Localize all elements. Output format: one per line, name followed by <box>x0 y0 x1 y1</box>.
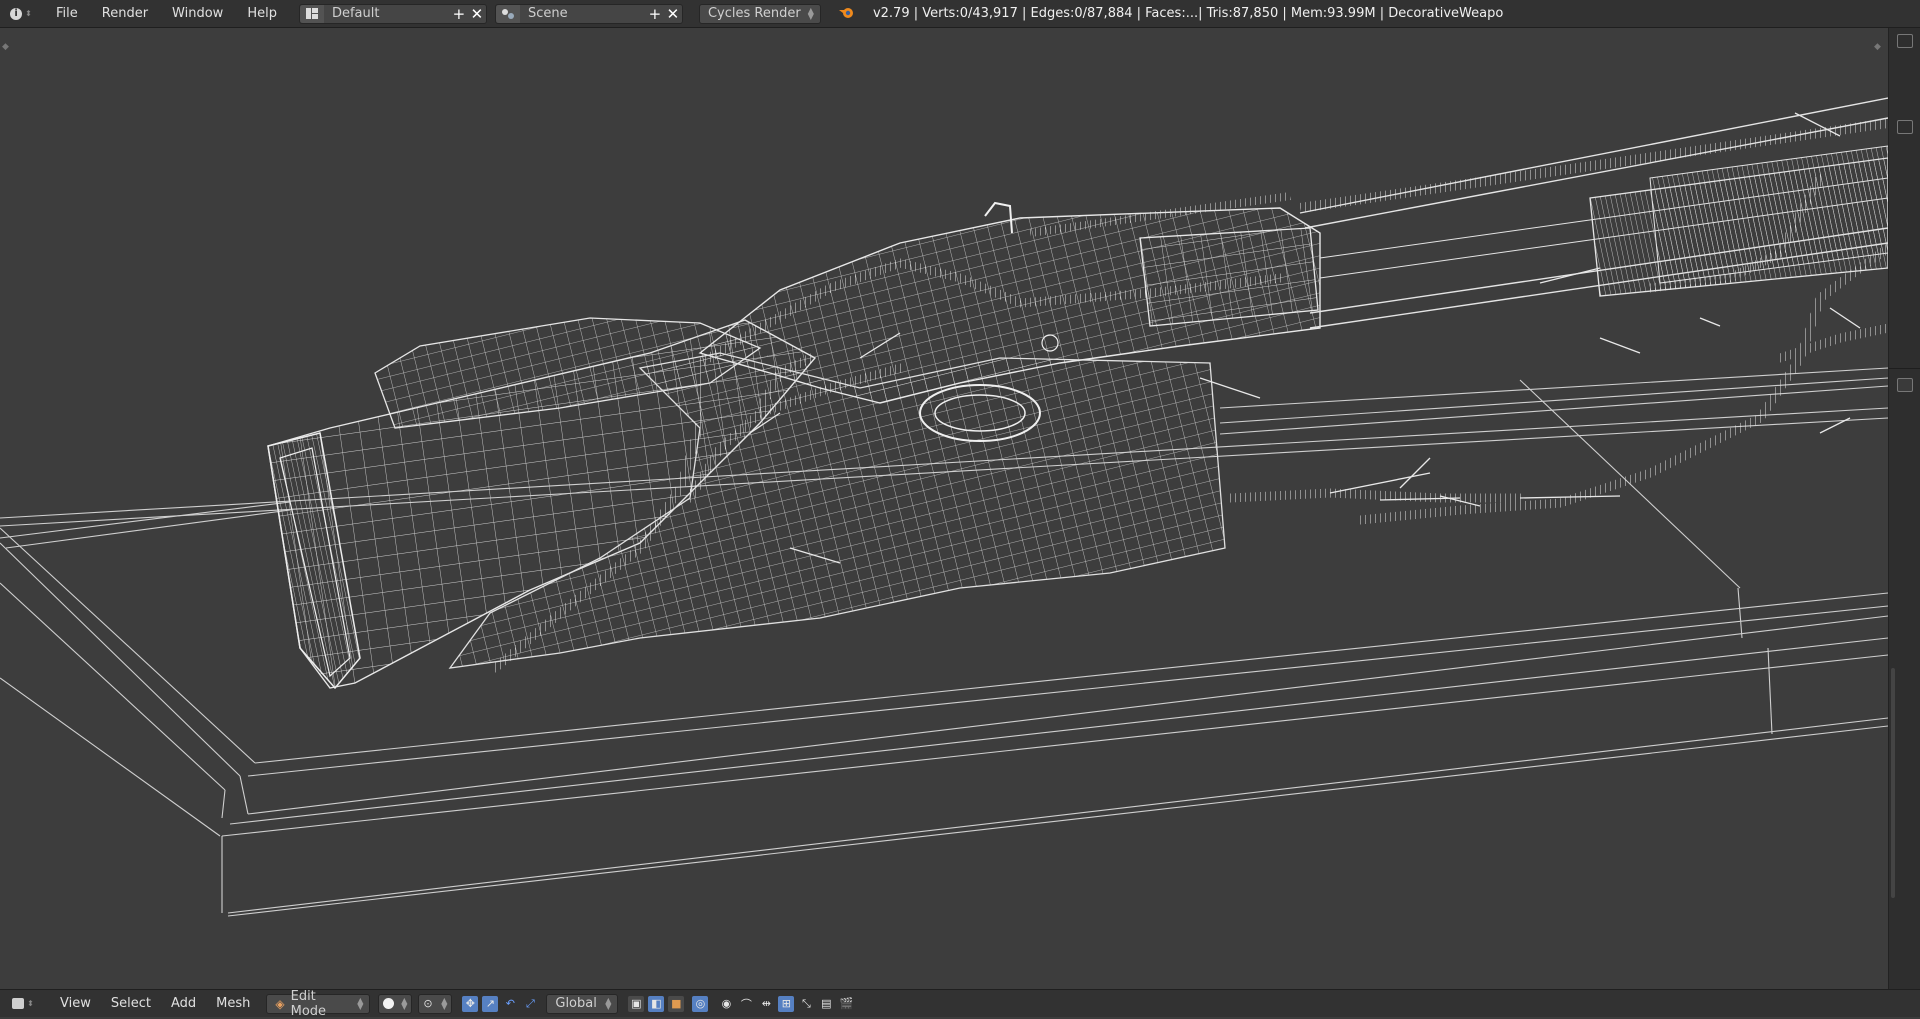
menu-add[interactable]: Add <box>161 996 206 1011</box>
render-preview-icon[interactable]: ▤ <box>818 996 834 1012</box>
edit-mode-icon: ◈ <box>275 996 285 1011</box>
scrollbar[interactable] <box>1891 668 1895 898</box>
face-select-icon[interactable]: ■ <box>668 995 685 1012</box>
main-menu: File Render Window Help <box>44 6 289 21</box>
solid-shading-icon <box>383 998 395 1009</box>
limit-selection-icon[interactable]: ◎ <box>692 995 709 1012</box>
edge-select-icon[interactable]: ◧ <box>648 995 665 1012</box>
menu-help[interactable]: Help <box>235 6 289 21</box>
rotate-manipulator-icon[interactable]: ↶ <box>502 996 518 1012</box>
pivot-icon: ⊙ <box>423 997 433 1010</box>
3d-view-icon <box>12 998 25 1009</box>
screen-layout-icon <box>299 4 324 23</box>
info-icon: i <box>10 7 23 20</box>
blender-logo-icon <box>838 5 855 23</box>
view-menu-bar: View Select Add Mesh <box>50 996 260 1011</box>
info-header: i ⬍ File Render Window Help Default + ✕ … <box>0 0 1920 28</box>
mode-label: Edit Mode <box>290 988 327 1019</box>
menu-select[interactable]: Select <box>101 996 161 1011</box>
proportional-edit-icon[interactable]: ◉ <box>718 996 734 1012</box>
menu-window[interactable]: Window <box>160 6 235 21</box>
scene-statistics: v2.79 | Verts:0/43,917 | Edges:0/87,884 … <box>872 6 1504 21</box>
opengl-render-icon[interactable]: 🎬 <box>838 996 854 1012</box>
delete-layout-button[interactable]: ✕ <box>468 5 486 23</box>
render-toggle-icon[interactable] <box>1897 120 1913 134</box>
scene-name[interactable]: Scene <box>520 6 646 21</box>
translate-manipulator-icon[interactable]: ↗ <box>482 995 499 1012</box>
orientation-label: Global <box>555 996 597 1011</box>
transform-orientation-dropdown[interactable]: Global ▲ ▼ <box>546 993 619 1014</box>
3d-viewport[interactable]: ◆ ◆ <box>0 28 1888 989</box>
scale-manipulator-icon[interactable]: ⤢ <box>522 996 538 1012</box>
menu-render[interactable]: Render <box>90 6 160 21</box>
vertex-select-icon[interactable]: ▣ <box>628 995 645 1012</box>
area-split-corner-top-right[interactable]: ◆ <box>1874 42 1881 52</box>
properties-toggle-icon[interactable] <box>1897 34 1913 48</box>
delete-scene-button[interactable]: ✕ <box>664 5 682 23</box>
mode-dropdown[interactable]: ◈ Edit Mode ▲ ▼ <box>266 989 371 1019</box>
pivot-point-dropdown[interactable]: ⊙ ▲ ▼ <box>418 993 453 1014</box>
snap-element-icon[interactable]: ⇹ <box>758 996 774 1012</box>
manipulator-toggle-icon[interactable]: ✥ <box>462 995 479 1012</box>
render-engine-label: Cycles Render <box>707 6 801 21</box>
screen-layout-selector[interactable]: Default + ✕ <box>298 3 487 24</box>
render-engine-dropdown[interactable]: Cycles Render ▲ ▼ <box>698 3 821 24</box>
wireframe-model <box>0 97 1888 917</box>
add-layout-button[interactable]: + <box>450 5 468 23</box>
3d-view-header: ⬍ View Select Add Mesh ◈ Edit Mode ▲ ▼ ▲ ▼… <box>0 989 1920 1019</box>
panel-divider[interactable] <box>1889 368 1920 369</box>
scene-icon <box>495 4 520 23</box>
menu-file[interactable]: File <box>44 6 90 21</box>
panel-toggle-icon[interactable] <box>1897 378 1913 392</box>
collapsed-side-panel <box>1888 28 1920 989</box>
snap-target-icon[interactable]: ⤡ <box>798 996 814 1012</box>
updown-icon: ▲ ▼ <box>807 5 814 21</box>
editor-type-button[interactable]: i ⬍ <box>6 4 36 24</box>
scene-selector[interactable]: Scene + ✕ <box>494 3 683 24</box>
menu-view[interactable]: View <box>50 996 101 1011</box>
viewport-shading-dropdown[interactable]: ▲ ▼ <box>378 993 413 1014</box>
snap-toggle-icon[interactable]: ⊞ <box>778 995 795 1012</box>
editor-type-button[interactable]: ⬍ <box>6 994 40 1014</box>
menu-mesh[interactable]: Mesh <box>206 996 260 1011</box>
falloff-icon[interactable]: ⌒ <box>738 996 754 1012</box>
add-scene-button[interactable]: + <box>646 5 664 23</box>
area-split-corner-top-left[interactable]: ◆ <box>2 42 9 52</box>
screen-layout-name[interactable]: Default <box>324 6 450 21</box>
